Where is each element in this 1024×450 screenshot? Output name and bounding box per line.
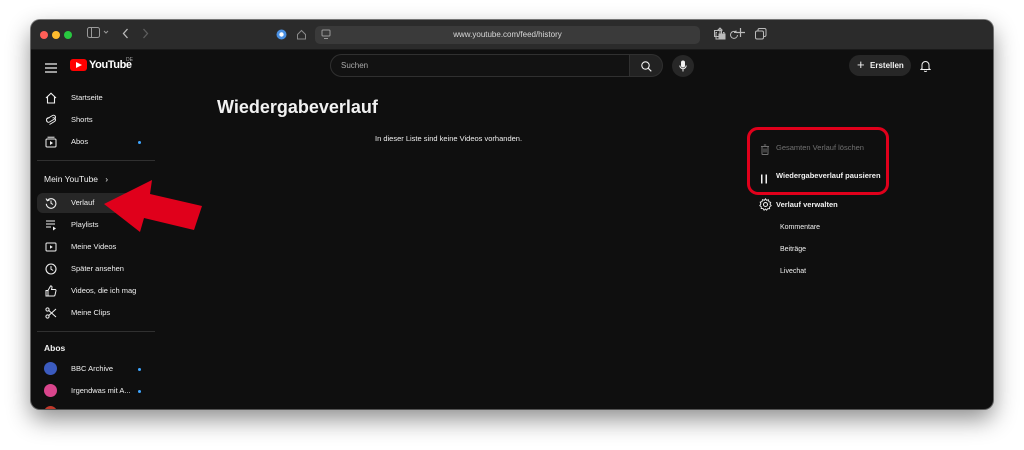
sidebar-item-clips[interactable]: Meine Clips xyxy=(37,303,153,323)
browser-toolbar: www.youtube.com/feed/history xyxy=(31,20,993,50)
zoom-window-button[interactable] xyxy=(64,31,72,39)
youtube-play-icon xyxy=(70,59,87,71)
watch-later-icon xyxy=(45,263,57,275)
you-section-label: Mein YouTube xyxy=(44,174,99,184)
channel-name: Irgendwas mit A... xyxy=(71,386,131,395)
manage-history-button[interactable]: Verlauf verwalten xyxy=(753,195,913,215)
microphone-icon xyxy=(679,60,687,72)
like-icon xyxy=(45,285,57,297)
my-videos-icon xyxy=(45,241,57,253)
gear-icon xyxy=(759,198,772,216)
shorts-icon xyxy=(45,114,57,126)
channel-avatar xyxy=(44,384,57,397)
highlight-annotation xyxy=(747,127,889,195)
sidebar-item-label: Abos xyxy=(71,137,89,146)
share-icon[interactable] xyxy=(715,27,725,40)
sidebar-divider xyxy=(37,160,155,161)
sidebar-item-label: Shorts xyxy=(71,115,93,124)
tab-overview-icon[interactable] xyxy=(755,28,767,40)
subscriptions-section-title: Abos xyxy=(44,343,66,353)
manage-comments-link[interactable]: Kommentare xyxy=(780,224,820,231)
search-placeholder: Suchen xyxy=(341,61,369,70)
sidebar-item-shorts[interactable]: Shorts xyxy=(37,110,153,130)
country-code: DE xyxy=(126,57,133,63)
subscriptions-icon xyxy=(45,136,57,148)
close-window-button[interactable] xyxy=(40,31,48,39)
sidebar-item-label: Playlists xyxy=(71,220,99,229)
sidebar-subscription-channel[interactable]: Irgendwas mit A... xyxy=(37,381,153,401)
back-icon[interactable] xyxy=(122,28,129,39)
sidebar-subscription-channel-partial[interactable] xyxy=(37,403,153,409)
minimize-window-button[interactable] xyxy=(52,31,60,39)
url-text: www.youtube.com/feed/history xyxy=(453,30,562,39)
menu-icon[interactable] xyxy=(45,60,57,78)
clips-icon xyxy=(45,307,57,319)
manage-livechat-link[interactable]: Livechat xyxy=(780,268,806,275)
address-bar[interactable]: www.youtube.com/feed/history xyxy=(315,26,738,44)
history-icon xyxy=(45,197,57,209)
sidebar-toggle-icon[interactable] xyxy=(87,27,100,38)
sidebar-item-label: Startseite xyxy=(71,93,103,102)
sidebar: Startseite Shorts Abos Mein YouTube › Ve… xyxy=(31,82,156,409)
search-button[interactable] xyxy=(629,54,663,77)
channel-name: BBC Archive xyxy=(71,364,114,373)
plus-icon: + xyxy=(857,57,865,72)
new-content-dot xyxy=(138,141,141,144)
sidebar-item-liked-videos[interactable]: Videos, die ich mag xyxy=(37,281,153,301)
page-title: Wiedergabeverlauf xyxy=(217,97,378,117)
forward-icon[interactable] xyxy=(142,28,149,39)
sidebar-divider xyxy=(37,331,155,332)
channel-avatar xyxy=(44,362,57,375)
channel-avatar xyxy=(44,406,57,409)
create-button[interactable]: + Erstellen xyxy=(849,55,911,76)
create-label: Erstellen xyxy=(870,61,904,70)
sidebar-subscription-channel[interactable]: BBC Archive xyxy=(37,359,153,379)
sidebar-item-label: Später ansehen xyxy=(71,264,124,273)
masthead: YouTube DE Suchen + Erstellen xyxy=(31,50,993,82)
home-icon xyxy=(45,92,57,104)
sidebar-item-label: Videos, die ich mag xyxy=(71,286,137,295)
search-icon xyxy=(641,61,652,72)
new-content-dot xyxy=(138,390,141,393)
sidebar-item-watch-later[interactable]: Später ansehen xyxy=(37,259,153,279)
sidebar-item-subscriptions[interactable]: Abos xyxy=(37,132,153,152)
home-page-icon[interactable] xyxy=(296,29,307,40)
sidebar-item-label: Meine Clips xyxy=(71,308,111,317)
red-arrow-annotation xyxy=(104,180,202,232)
empty-list-message: In dieser Liste sind keine Videos vorhan… xyxy=(375,134,523,143)
manage-posts-link[interactable]: Beiträge xyxy=(780,246,806,253)
search-input[interactable]: Suchen xyxy=(330,54,630,77)
sidebar-item-home[interactable]: Startseite xyxy=(37,88,153,108)
privacy-icon[interactable] xyxy=(276,29,287,40)
playlists-icon xyxy=(45,219,57,231)
voice-search-button[interactable] xyxy=(672,55,694,77)
sidebar-item-label: Verlauf xyxy=(71,198,95,207)
new-tab-icon[interactable] xyxy=(735,27,746,38)
chevron-down-icon[interactable] xyxy=(103,29,109,35)
notifications-bell-icon[interactable] xyxy=(919,59,932,77)
manage-history-label: Verlauf verwalten xyxy=(776,200,838,209)
new-content-dot xyxy=(138,368,141,371)
